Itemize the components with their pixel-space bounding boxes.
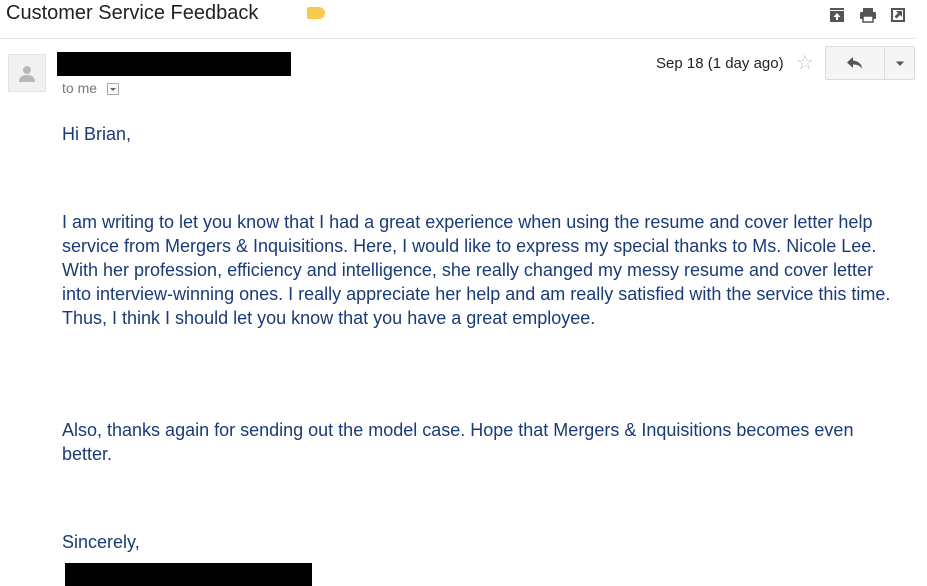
email-paragraph: Also, thanks again for sending out the m…	[62, 420, 854, 464]
archive-icon[interactable]	[829, 7, 845, 23]
email-greeting: Hi Brian,	[62, 124, 132, 144]
print-icon[interactable]	[859, 7, 877, 23]
email-paragraph: I am writing to let you know that I had …	[62, 212, 891, 328]
recipient-details-toggle[interactable]	[107, 83, 119, 95]
chevron-down-icon	[110, 88, 116, 91]
sender-avatar	[8, 54, 46, 92]
redacted-sender-name	[57, 52, 291, 76]
reply-button[interactable]	[825, 46, 885, 80]
recipient-label: to me	[62, 80, 98, 96]
redacted-signature	[65, 563, 312, 586]
open-in-new-window-icon[interactable]	[890, 7, 906, 23]
email-date: Sep 18 (1 day ago)	[656, 55, 784, 72]
person-icon	[19, 66, 35, 82]
email-closing: Sincerely,	[62, 532, 140, 552]
header-divider	[0, 38, 915, 39]
star-icon[interactable]: ☆	[796, 52, 814, 74]
email-subject: Customer Service Feedback	[6, 2, 259, 24]
more-actions-button[interactable]	[884, 46, 915, 80]
reply-icon	[847, 57, 863, 69]
important-label-icon[interactable]	[307, 7, 325, 19]
dropdown-arrow-icon	[895, 61, 904, 66]
